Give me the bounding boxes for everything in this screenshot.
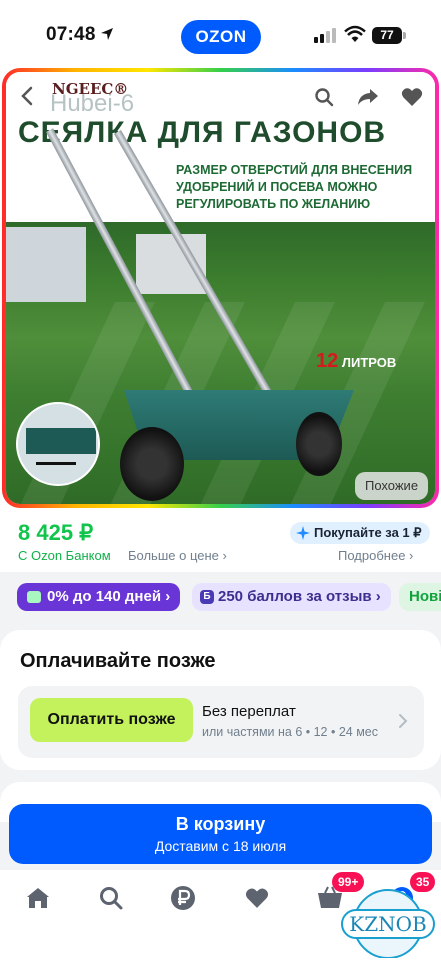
new-chip[interactable]: Нові [399, 583, 441, 611]
nav-home[interactable] [24, 884, 52, 912]
watermark-text: KZNOB [349, 912, 426, 936]
pay-later-option[interactable]: Оплатить позже Без переплат или частями … [18, 686, 424, 758]
add-to-cart-label: В корзину [175, 814, 266, 834]
price-value: 8 425 ₽ [18, 520, 94, 545]
wifi-icon [344, 25, 366, 42]
capacity-label: 12 ЛИТРОВ [316, 350, 396, 373]
more-about-price-label: Больше о цене [128, 548, 219, 563]
chevron-right-icon: › [375, 588, 381, 605]
pay-later-card: Оплачивайте позже Оплатить позже Без пер… [0, 630, 441, 770]
delivery-date-label: Доставим с 18 июля [154, 838, 287, 854]
capacity-unit: ЛИТРОВ [341, 355, 397, 370]
search-icon [315, 88, 334, 107]
share-icon [358, 89, 378, 105]
image-house [6, 227, 86, 302]
ruble-icon [171, 886, 195, 910]
double-arrow-icon [36, 462, 76, 465]
sparkle-icon [296, 526, 310, 540]
product-gallery[interactable]: Hubei-6 NGEEC® СЕЯЛКА ДЛЯ ГАЗОНОВ РАЗМЕР… [0, 68, 441, 510]
status-time: 07:48 [46, 24, 96, 45]
card-icon [27, 591, 41, 603]
review-points-chip[interactable]: Б 250 баллов за отзыв › [192, 583, 391, 611]
nav-favorites[interactable] [243, 884, 271, 912]
cellular-signal-icon [314, 28, 336, 43]
spreader-wheel [120, 427, 184, 501]
heart-icon [245, 888, 269, 908]
details-label: Подробнее [338, 548, 406, 563]
search-icon [100, 887, 123, 910]
no-overpay-text: Без переплат [202, 703, 296, 720]
battery-tip [403, 32, 406, 39]
nav-search[interactable] [97, 884, 125, 912]
price-block: 8 425 ₽ С Ozon Банком Больше о цене › По… [0, 510, 441, 572]
pay-later-button[interactable]: Оплатить позже [30, 698, 193, 742]
cashback-badge[interactable]: Покупайте за 1 ₽ [290, 522, 430, 544]
spreader-wheel [296, 412, 342, 476]
location-arrow-icon [101, 28, 113, 40]
ozon-logo: OZON [181, 20, 261, 54]
cashback-label: Покупайте за 1 ₽ [314, 525, 422, 540]
favorite-button[interactable] [393, 78, 431, 116]
chevron-right-icon: › [222, 548, 227, 563]
add-to-cart-button[interactable]: В корзину Доставим с 18 июля [9, 804, 432, 864]
promo-chips: 0% до 140 дней › Б 250 баллов за отзыв ›… [0, 572, 441, 622]
chevron-right-icon: › [409, 548, 414, 563]
status-bar: 07:48 OZON 77 [0, 0, 441, 68]
image-subtext: РАЗМЕР ОТВЕРСТИЙ ДЛЯ ВНЕСЕНИЯ УДОБРЕНИЙ … [176, 163, 413, 211]
installment-chip[interactable]: 0% до 140 дней › [17, 583, 181, 611]
pay-later-title: Оплачивайте позже [20, 650, 216, 672]
product-image[interactable]: Hubei-6 NGEEC® СЕЯЛКА ДЛЯ ГАЗОНОВ РАЗМЕР… [6, 72, 435, 504]
product-image-frame[interactable]: Hubei-6 NGEEC® СЕЯЛКА ДЛЯ ГАЗОНОВ РАЗМЕР… [2, 68, 439, 508]
detail-inset [16, 402, 100, 486]
points-icon: Б [200, 590, 214, 604]
heart-icon [401, 88, 423, 106]
chevron-right-icon [399, 714, 408, 728]
image-headline: СЕЯЛКА ДЛЯ ГАЗОНОВ [18, 116, 387, 149]
ozon-bank-label: С Ozon Банком [18, 548, 111, 563]
installment-terms-text: или частями на 6 • 12 • 24 мес [202, 725, 378, 739]
battery-icon: 77 [372, 27, 402, 44]
share-button[interactable] [349, 78, 387, 116]
nav-fresh[interactable] [169, 884, 197, 912]
back-chevron-icon[interactable] [16, 84, 40, 108]
details-link[interactable]: Подробнее › [338, 548, 413, 563]
kznob-watermark-logo: KZNOB [341, 889, 435, 958]
review-points-label: 250 баллов за отзыв [218, 588, 372, 605]
inset-part [26, 428, 96, 454]
more-about-price-link[interactable]: Больше о цене › [128, 548, 227, 563]
similar-button[interactable]: Похожие [355, 472, 429, 500]
search-button[interactable] [305, 78, 343, 116]
capacity-number: 12 [316, 350, 339, 372]
brand-logo: NGEEC® [52, 80, 129, 98]
home-icon [27, 888, 49, 908]
installment-chip-label: 0% до 140 дней [47, 588, 162, 605]
chevron-right-icon: › [165, 588, 171, 605]
